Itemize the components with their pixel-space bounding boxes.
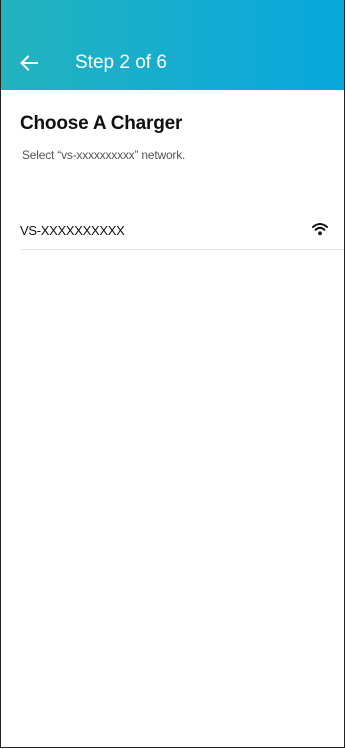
section-subheading: Select “vs-xxxxxxxxxx” network. [22, 148, 186, 162]
app-screen: Step 2 of 6 Choose A Charger Select “vs-… [0, 0, 345, 748]
section-heading: Choose A Charger [20, 113, 183, 134]
network-list-item[interactable]: VS-XXXXXXXXXX [20, 213, 344, 250]
app-bar: Step 2 of 6 [1, 0, 344, 90]
wifi-icon [312, 223, 328, 236]
page-title: Step 2 of 6 [75, 52, 167, 73]
back-button[interactable] [15, 49, 43, 77]
network-name: VS-XXXXXXXXXX [20, 223, 125, 238]
arrow-left-icon [20, 55, 38, 71]
